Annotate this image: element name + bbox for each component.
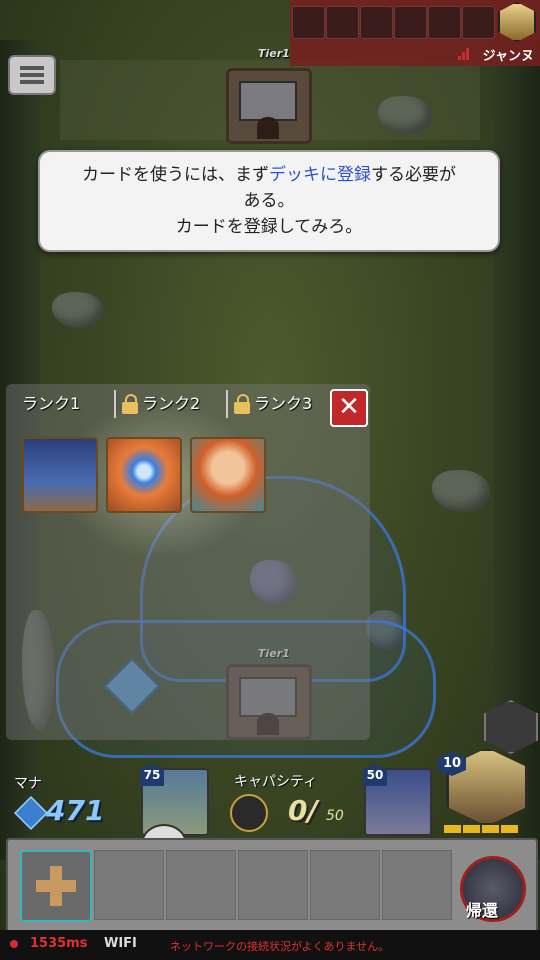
signal-icon (458, 48, 470, 60)
tooltip-line-3: カードを登録してみろ。 (175, 217, 363, 237)
rank-tabs: ランク1 ランク2 ランク3 (6, 384, 370, 424)
connection-status-icon (10, 940, 18, 948)
network-warning: ネットワークの接続状況がよくありません。 (170, 940, 390, 953)
capacity-label: キャパシティ (234, 774, 318, 790)
opponent-slot (394, 6, 427, 39)
connection-type: WIFI (104, 936, 137, 951)
tooltip-highlight: デッキに登録 (269, 165, 371, 185)
deck-slot[interactable] (94, 850, 164, 920)
menu-icon (20, 66, 44, 70)
mage-card[interactable] (106, 437, 182, 513)
plus-icon (36, 866, 76, 906)
opponent-name: ジャンヌ (482, 49, 534, 64)
lock-icon (234, 394, 250, 414)
lock-icon (122, 394, 138, 414)
enemy-castle (226, 68, 312, 144)
deck-slot[interactable] (238, 850, 308, 920)
tooltip-line-1: カードを使うには、まずデッキに登録する必要が (82, 165, 456, 185)
tab-rank-2[interactable]: ランク2 (142, 384, 200, 424)
tab-rank-1[interactable]: ランク1 (22, 384, 80, 424)
warrior-card[interactable] (190, 437, 266, 513)
close-button[interactable]: ✕ (330, 389, 368, 427)
enemy-castle-tier: Tier1 (258, 47, 290, 60)
tower-card[interactable] (22, 437, 98, 513)
add-card-slot[interactable] (20, 850, 92, 922)
mana-value: 471 (46, 794, 105, 827)
opponent-bar: ジャンヌ (290, 0, 540, 66)
tab-rank-3[interactable]: ランク3 (254, 384, 312, 424)
hero-hp-bar (444, 818, 524, 833)
deck-slot[interactable] (382, 850, 452, 920)
mana-label: マナ (14, 776, 42, 792)
opponent-slot (360, 6, 393, 39)
opponent-avatar[interactable] (498, 2, 536, 42)
opponent-slot (428, 6, 461, 39)
menu-button[interactable] (8, 55, 56, 95)
opponent-slot (292, 6, 325, 39)
deck-slot[interactable] (166, 850, 236, 920)
tutorial-tooltip: カードを使うには、まずデッキに登録する必要が ある。 カードを登録してみろ。 (38, 150, 500, 252)
tab-divider (226, 390, 228, 418)
deck-slot[interactable] (310, 850, 380, 920)
capacity-max: 50 (326, 808, 344, 824)
capacity-icon (230, 794, 268, 832)
tooltip-line-2: ある。 (243, 191, 295, 211)
opponent-slot (326, 6, 359, 39)
opponent-slot (462, 6, 495, 39)
tab-divider (114, 390, 116, 418)
return-label: 帰還 (466, 901, 499, 920)
ping-value: 1535ms (30, 936, 88, 951)
capacity-value: 0/ (288, 794, 318, 827)
